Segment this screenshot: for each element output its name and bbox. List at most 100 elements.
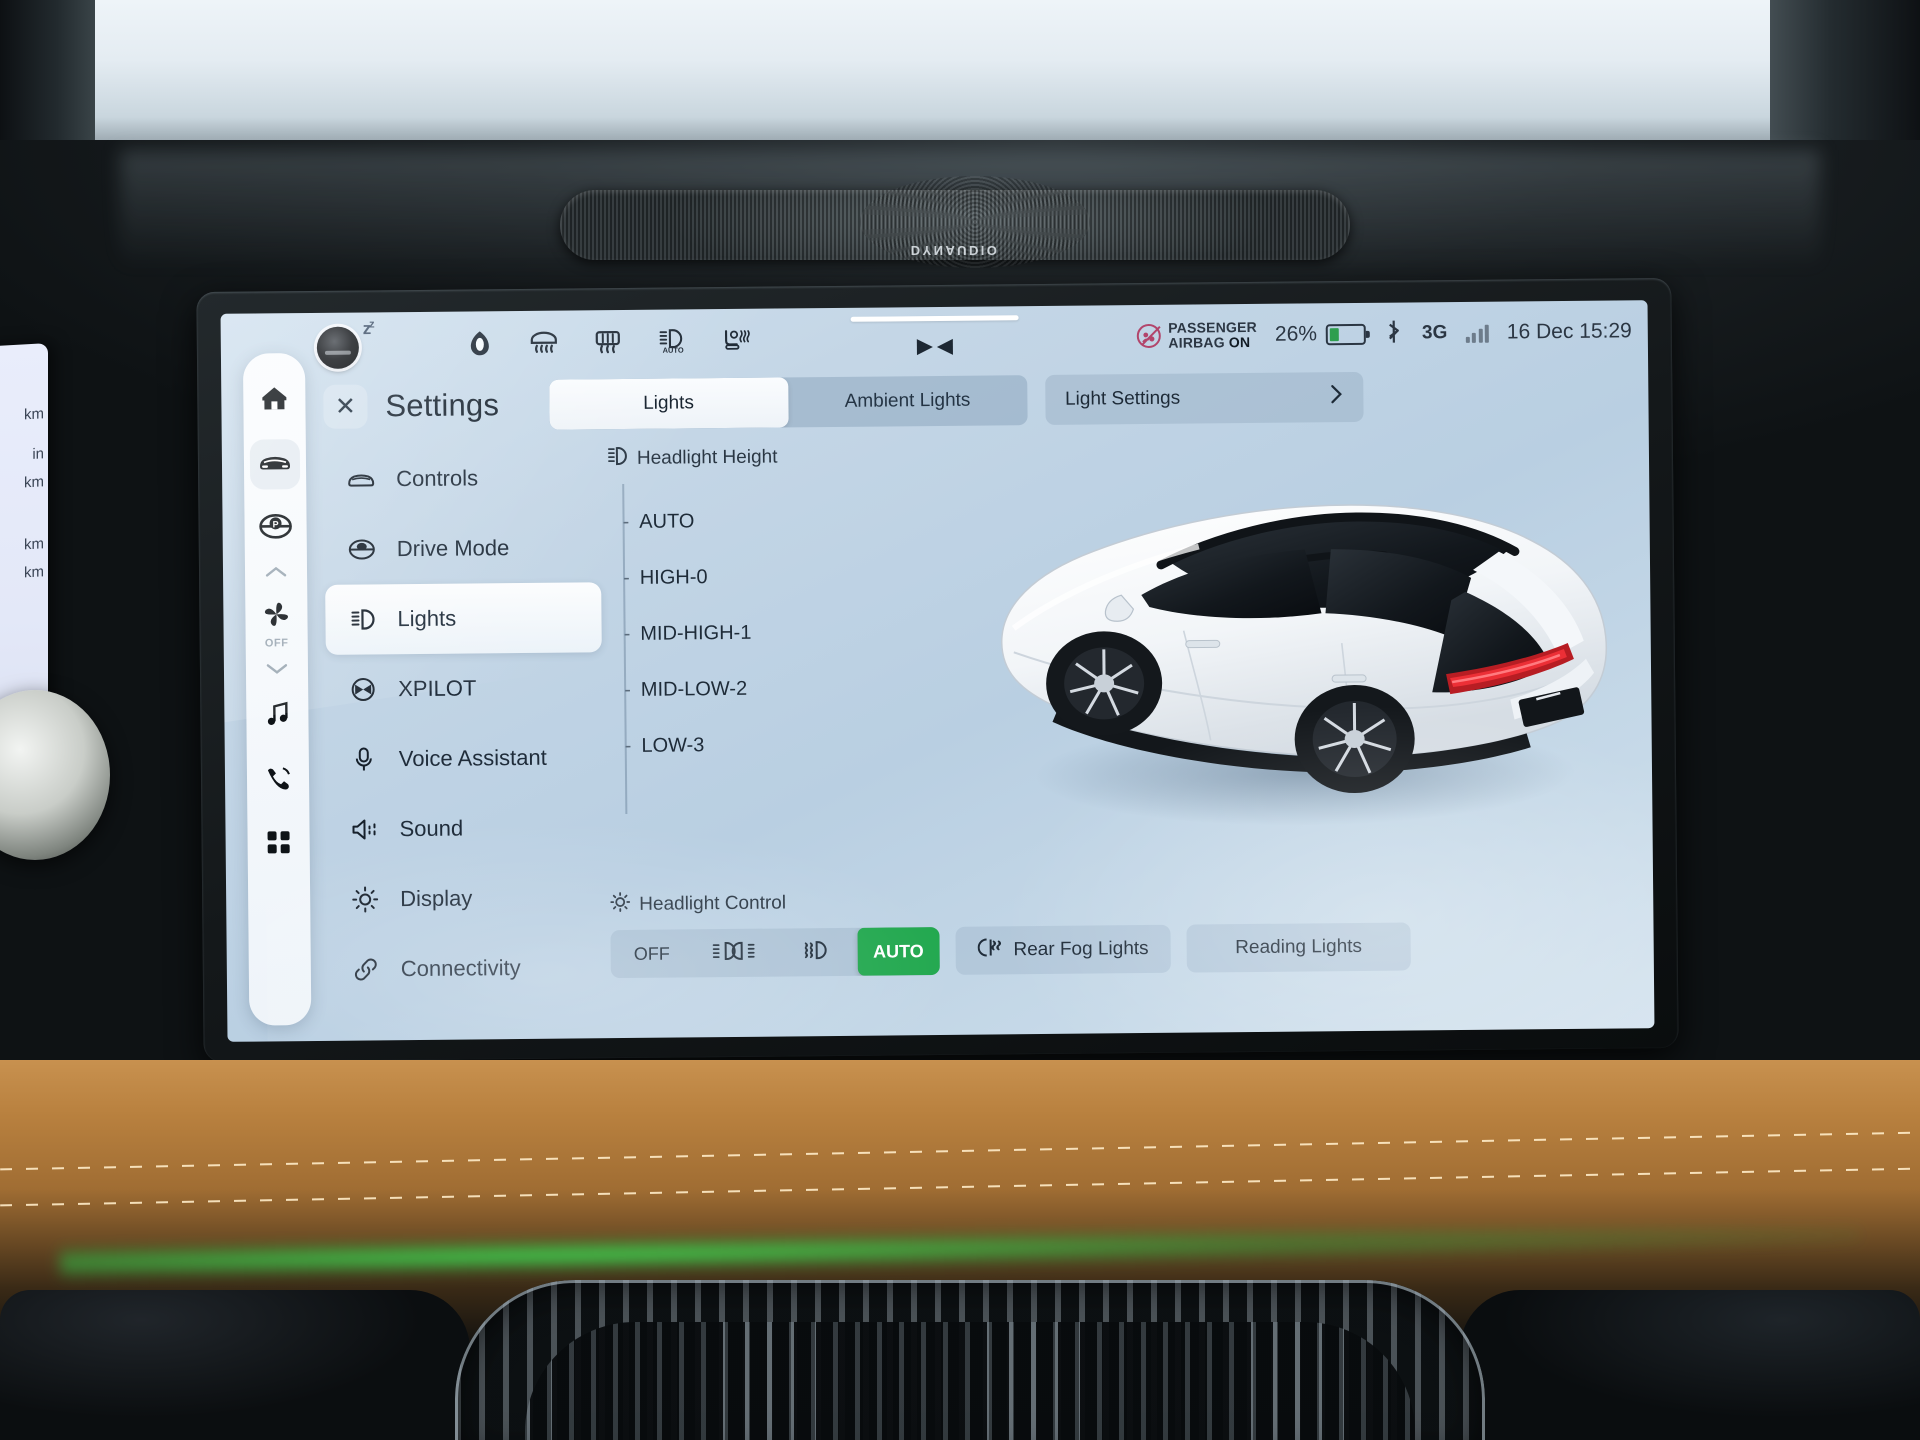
dock-phone[interactable] [253,755,303,805]
left-dock: P OFF [242,353,312,1026]
tab-lights[interactable]: Lights [548,377,789,430]
auto-headlight-icon[interactable]: AUTO [657,327,687,355]
brightness-icon [350,884,380,914]
menu-item-connectivity[interactable]: Connectivity [329,932,606,1005]
dock-fan[interactable] [251,591,301,641]
cluster-unit: km [24,535,44,554]
close-button[interactable]: ✕ [323,384,368,429]
cluster-unit: km [24,405,44,424]
menu-item-drive-mode[interactable]: Drive Mode [324,512,601,585]
lights-content: Headlight Height - AUTO - HIGH-0 - MID-H… [600,432,1643,996]
infotainment-photo-scene: DYNAUDIO km in km km km zz AUTO PASSENGE… [0,0,1920,1440]
menu-label: Drive Mode [396,535,510,562]
rear-defrost-icon[interactable] [593,328,623,354]
center-display-bezel: zz AUTO PASSENGER AIRBAG ON 26% 3G 16 De… [196,277,1679,1063]
dock-apps[interactable] [253,819,303,869]
connectivity-icon [351,954,381,984]
rear-fog-lights-button[interactable]: Rear Fog Lights [955,924,1171,975]
menu-label: Voice Assistant [398,744,547,772]
light-settings-label: Light Settings [1064,387,1181,410]
center-air-vent [455,1280,1485,1440]
battery-indicator: 26% [1275,322,1367,347]
bluetooth-icon[interactable] [1384,318,1404,349]
menu-item-display[interactable]: Display [328,862,605,935]
mode-off-button[interactable]: OFF [610,929,693,978]
car-front-icon [346,464,376,494]
light-settings-button[interactable]: Light Settings [1044,371,1364,425]
center-console-right [1460,1290,1920,1440]
battery-fill [1329,327,1339,341]
airbag-line2: AIRBAG [1168,334,1225,351]
svg-text:AUTO: AUTO [663,346,684,355]
menu-label: Connectivity [400,955,521,982]
svg-text:P: P [273,519,279,529]
a-pillar-left [0,0,95,150]
menu-label: XPILOT [398,675,477,702]
cluster-unit: in [32,445,44,463]
rear-fog-icon [977,936,1003,964]
fan-icon [261,600,291,633]
headlight-control-header: Headlight Control [610,884,1410,918]
dynaudio-speaker-grille: DYNAUDIO [560,176,1350,268]
cluster-unit: km [24,473,44,492]
seat-climate-icon[interactable] [721,327,751,353]
page-title: Settings [385,387,500,424]
mode-auto-button[interactable]: AUTO [857,926,940,976]
menu-item-controls[interactable]: Controls [324,442,601,515]
drive-mode-icon [347,534,377,564]
signal-strength-icon [1465,323,1489,343]
tab-ambient-lights[interactable]: Ambient Lights [788,375,1027,427]
sun-icon [610,892,631,918]
home-icon [260,385,288,416]
airbag-state: ON [1228,333,1251,351]
vent-chrome-trim [455,1280,1485,1440]
microphone-icon [349,744,379,774]
apps-grid-icon [265,829,291,860]
menu-label: Display [400,885,473,912]
chevron-down-icon [266,661,288,680]
headlight-control-block: Headlight Control OFF AUTO Rear Fog Ligh… [610,884,1411,979]
mode-position-lights-button[interactable] [693,929,776,978]
dock-parking[interactable]: P [250,503,300,553]
menu-item-lights[interactable]: Lights [325,582,602,655]
headlight-height-icon [606,446,628,472]
air-purifier-icon[interactable] [465,329,495,356]
windshield [0,0,1920,150]
front-defrost-icon[interactable] [529,329,559,355]
option-label: AUTO [639,509,695,533]
mode-low-beam-button[interactable] [775,928,858,977]
dock-music[interactable] [252,691,302,741]
menu-item-voice-assistant[interactable]: Voice Assistant [326,722,603,795]
dock-home[interactable] [249,375,299,425]
quick-toggle-icons: AUTO [465,327,751,356]
panel-drag-handle[interactable] [850,315,1019,322]
menu-item-xpilot[interactable]: XPILOT [326,652,603,725]
menu-label: Sound [399,815,464,842]
dock-vehicle[interactable] [249,439,301,490]
drowsiness-zz-icon: zz [362,318,373,339]
xpilot-logo-icon[interactable] [914,335,954,364]
speaker-brand-label: DYNAUDIO [910,243,1000,258]
car-icon [258,451,292,478]
option-label: LOW-3 [641,733,705,757]
settings-menu: Controls Drive Mode Lights XPILOT Voice … [318,442,605,999]
menu-label: Lights [397,605,457,632]
reading-lights-button[interactable]: Reading Lights [1186,922,1411,973]
low-beam-icon [802,939,830,966]
menu-item-sound[interactable]: Sound [327,792,604,865]
center-display-screen[interactable]: zz AUTO PASSENGER AIRBAG ON 26% 3G 16 De… [220,300,1655,1042]
phone-icon [264,765,292,796]
airbag-text: PASSENGER AIRBAG ON [1168,319,1257,351]
speaker-icon [349,814,379,844]
network-type: 3G [1421,322,1448,344]
headlight-mode-group: OFF AUTO [610,926,940,979]
panel-body: Controls Drive Mode Lights XPILOT Voice … [318,426,1643,999]
fan-speed-down[interactable] [266,657,288,683]
headlight-icon [347,604,377,634]
center-console-left [0,1290,470,1440]
steering-parking-icon: P [258,512,292,545]
headlight-control-row: OFF AUTO Rear Fog Lights Reading Lights [610,922,1411,979]
rear-fog-label: Rear Fog Lights [1013,937,1149,961]
fan-speed-up[interactable] [265,561,287,587]
vehicle-illustration [1000,504,1608,826]
